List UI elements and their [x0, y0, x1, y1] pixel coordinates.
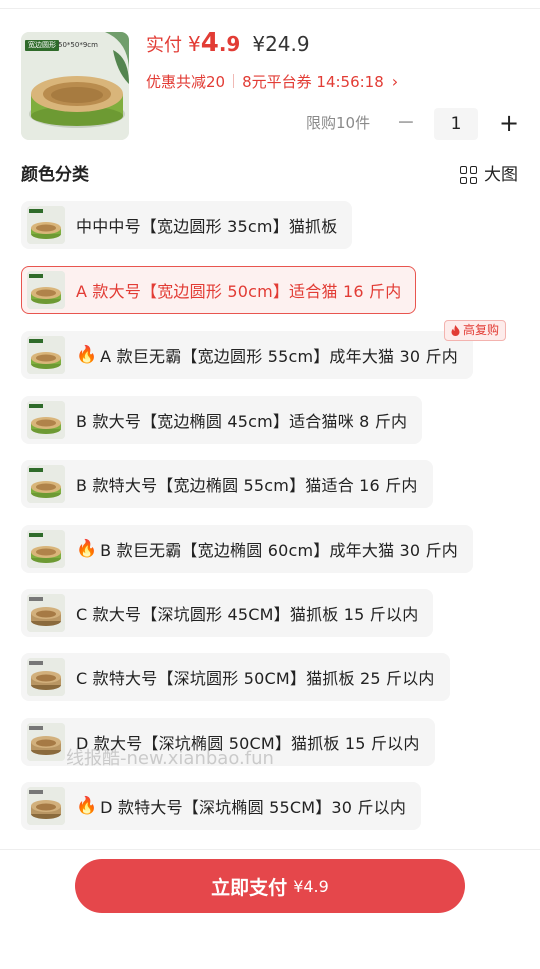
sku-option-label: A 款巨无霸【宽边圆形 55cm】成年大猫 30 斤内 — [100, 347, 458, 366]
bottom-divider — [0, 849, 540, 850]
sku-option-label: C 款大号【深坑圆形 45CM】猫抓板 15 斤以内 — [76, 605, 419, 624]
sku-option-thumbnail — [27, 401, 65, 439]
chevron-right-icon: › — [391, 71, 399, 91]
sku-option[interactable]: B 款特大号【宽边椭圆 55cm】猫适合 16 斤内 — [21, 460, 433, 508]
quantity-increase-button[interactable]: + — [496, 108, 522, 138]
fire-icon: 🔥 — [76, 345, 98, 365]
sku-option[interactable]: A 款大号【宽边圆形 50cm】适合猫 16 斤内 — [21, 266, 417, 314]
section-title: 颜色分类 — [21, 165, 89, 185]
sku-option-label: B 款特大号【宽边椭圆 55cm】猫适合 16 斤内 — [76, 476, 418, 495]
pay-amount: 4 — [200, 28, 219, 58]
sku-option-label: D 款特大号【深坑椭圆 55CM】30 斤以内 — [100, 798, 407, 817]
discount-total: 优惠共减20 — [146, 72, 226, 91]
pay-now-button[interactable]: 立即支付 ¥4.9 — [75, 859, 465, 913]
sku-option[interactable]: 🔥 D 款特大号【深坑椭圆 55CM】30 斤以内 — [21, 782, 422, 830]
price-line: 实付 ¥ 4 .9 ¥24.9 — [146, 28, 310, 64]
sku-option-thumbnail — [27, 723, 65, 761]
product-thumb-tag: 宽边圆形 — [25, 40, 59, 51]
original-price: ¥24.9 — [252, 32, 310, 56]
sku-option[interactable]: 🔥 B 款巨无霸【宽边椭圆 60cm】成年大猫 30 斤内 — [21, 525, 473, 573]
quantity-decrease-button[interactable]: − — [394, 110, 418, 136]
sku-option-thumbnail — [27, 465, 65, 503]
sku-option-label: B 款巨无霸【宽边椭圆 60cm】成年大猫 30 斤内 — [100, 541, 458, 560]
pay-decimal: .9 — [218, 32, 241, 56]
sku-option-thumbnail — [27, 530, 65, 568]
pay-now-price: ¥4.9 — [293, 876, 329, 896]
sku-option-thumbnail — [27, 594, 65, 632]
grid-icon — [460, 166, 478, 184]
sku-option[interactable]: 中中中号【宽边圆形 35cm】猫抓板 — [21, 201, 353, 249]
fire-icon: 🔥 — [76, 539, 98, 559]
sku-option[interactable]: 🔥 A 款巨无霸【宽边圆形 55cm】成年大猫 30 斤内 — [21, 331, 473, 379]
sku-option[interactable]: B 款大号【宽边椭圆 45cm】适合猫咪 8 斤内 — [21, 396, 423, 444]
big-picture-label: 大图 — [484, 165, 518, 185]
flame-icon — [451, 325, 460, 336]
coupon-countdown: 8元平台券 14:56:18 — [242, 72, 384, 91]
top-divider — [0, 8, 540, 9]
fire-icon: 🔥 — [76, 796, 98, 816]
discount-detail-link[interactable]: 优惠共减20 8元平台券 14:56:18 › — [146, 70, 398, 92]
sku-option-label: A 款大号【宽边圆形 50cm】适合猫 16 斤内 — [76, 282, 402, 301]
sku-option-thumbnail — [27, 336, 65, 374]
sku-option-thumbnail — [27, 271, 65, 309]
sku-option-label: C 款特大号【深坑圆形 50CM】猫抓板 25 斤以内 — [76, 669, 435, 688]
hot-badge: 高复购 — [444, 320, 507, 341]
sku-option-thumbnail — [27, 787, 65, 825]
quantity-input[interactable]: 1 — [434, 108, 478, 140]
watermark: 线报酷-new.xianbao.fun — [66, 748, 274, 769]
purchase-limit: 限购10件 — [306, 114, 371, 132]
pay-now-label: 立即支付 — [211, 876, 288, 899]
sku-option-label: 中中中号【宽边圆形 35cm】猫抓板 — [76, 217, 338, 236]
sku-option-label: B 款大号【宽边椭圆 45cm】适合猫咪 8 斤内 — [76, 412, 408, 431]
product-thumb-size: 50*50*9cm — [58, 41, 98, 49]
sku-option[interactable]: C 款特大号【深坑圆形 50CM】猫抓板 25 斤以内 — [21, 653, 450, 701]
discount-separator — [233, 74, 235, 88]
pay-label: 实付 — [146, 35, 182, 56]
product-thumbnail[interactable]: 宽边圆形 50*50*9cm — [21, 32, 129, 140]
big-picture-toggle[interactable]: 大图 — [460, 164, 518, 186]
sku-option[interactable]: C 款大号【深坑圆形 45CM】猫抓板 15 斤以内 — [21, 589, 434, 637]
sku-option-thumbnail — [27, 658, 65, 696]
hot-badge-label: 高复购 — [463, 323, 500, 337]
sku-option-thumbnail — [27, 206, 65, 244]
pay-currency: ¥ — [188, 32, 201, 56]
